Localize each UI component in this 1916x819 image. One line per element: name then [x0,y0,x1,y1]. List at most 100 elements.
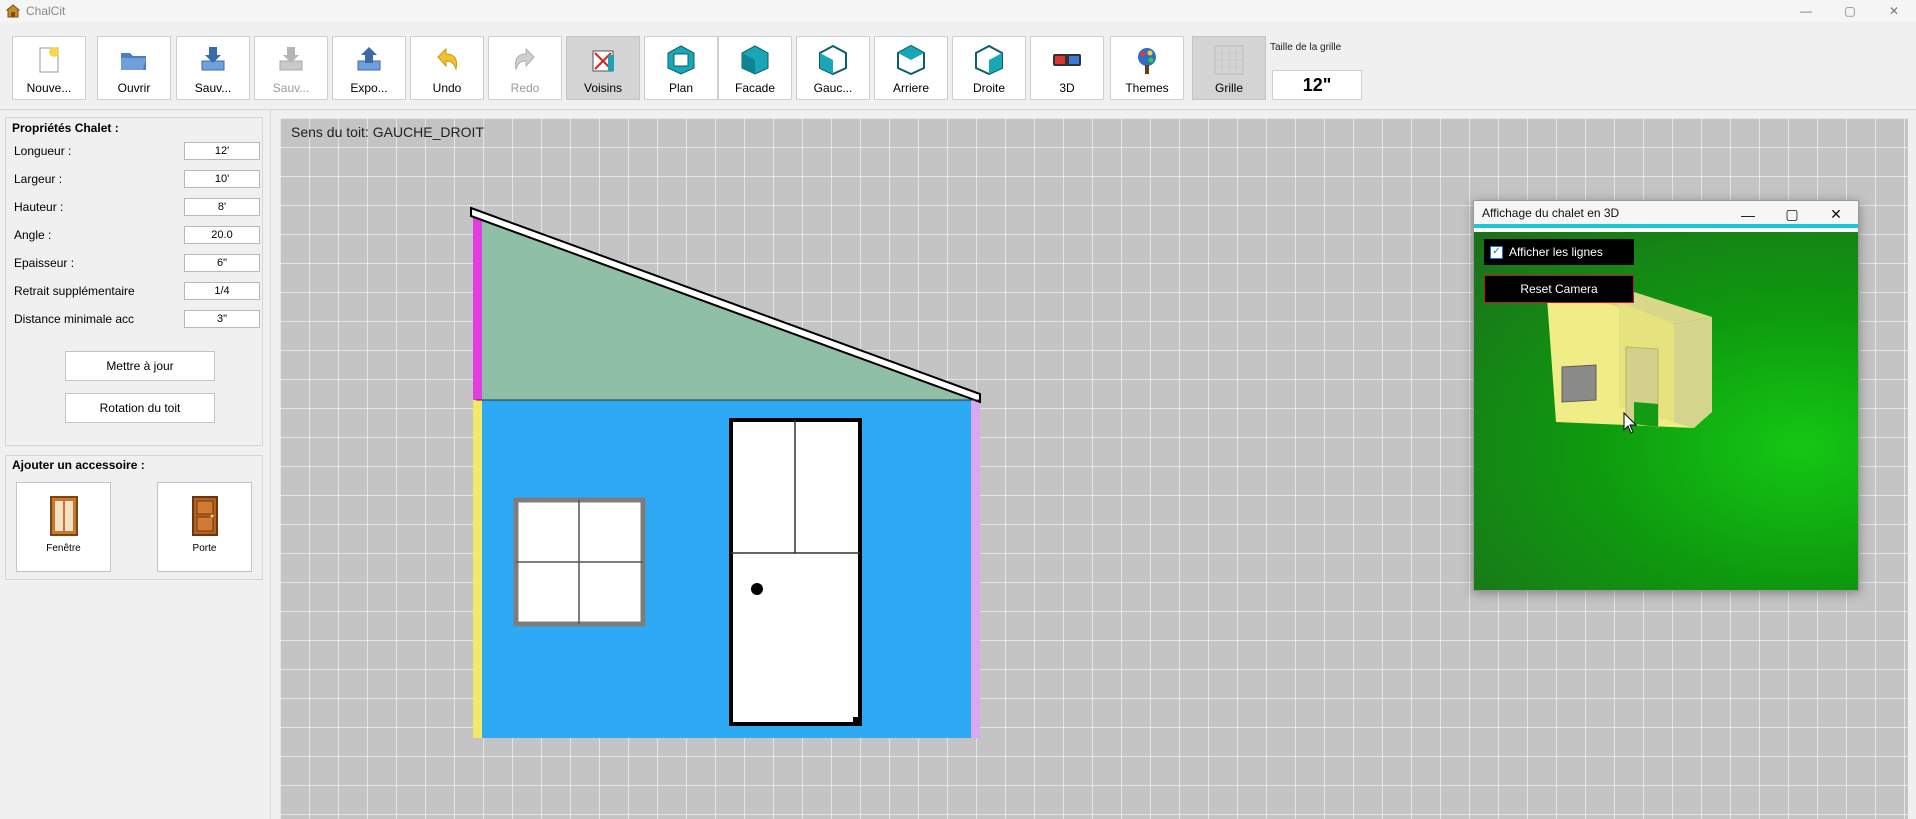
width-label: Largeur : [14,172,63,186]
export-button[interactable]: Expo... [332,36,406,100]
undo-icon [437,47,458,71]
right-view-label: Droite [972,81,1005,95]
3d-glasses-icon [1053,54,1081,66]
min-distance-label: Distance minimale acc [14,312,135,326]
viewer3d-title: Affichage du chalet en 3D [1482,205,1620,220]
3d-view-button[interactable]: 3D [1030,36,1104,100]
angle-row: Angle : 20.0 [14,226,260,246]
neighbors-label: Voisins [583,81,623,95]
themes-button[interactable]: Themes [1110,36,1184,100]
viewer3d-close-button[interactable]: ✕ [1814,201,1858,228]
back-view-icon [897,44,925,76]
maximize-button[interactable]: ▢ [1828,0,1872,22]
show-lines-checkbox[interactable]: ✓ Afficher les lignes [1484,239,1634,265]
properties-title: Propriétés Chalet : [12,121,119,135]
left-trim-top [473,214,482,400]
grid-size-label: Taille de la grille [1270,42,1342,53]
new-button[interactable]: Nouve... [12,36,86,100]
right-view-button[interactable]: Droite [952,36,1026,100]
title-bar: ChalCit — ▢ ✕ [0,0,1916,22]
undo-button[interactable]: Undo [410,36,484,100]
save-as-label: Sauv... [272,81,310,95]
facade-view-button[interactable]: Facade [718,36,792,100]
min-distance-row: Distance minimale acc 3" [14,310,260,330]
side-wall-3d [1674,317,1712,428]
show-lines-label: Afficher les lignes [1509,245,1603,259]
viewer3d-scene[interactable]: ✓ Afficher les lignes Reset Camera [1474,232,1858,590]
width-input[interactable]: 10' [184,170,260,188]
right-view-icon [975,44,1003,76]
door-corner-mark [853,717,861,725]
left-view-button[interactable]: Gauc... [796,36,870,100]
rotate-roof-button[interactable]: Rotation du toit [65,393,215,423]
neighbors-icon [592,50,614,72]
open-button[interactable]: Ouvrir [97,36,171,100]
door-icon [191,496,218,536]
thickness-label: Epaisseur : [14,256,75,270]
close-button[interactable]: ✕ [1872,0,1916,22]
grid-size-input[interactable]: 12" [1272,70,1362,100]
length-input[interactable]: 12' [184,142,260,160]
reset-camera-button[interactable]: Reset Camera [1484,275,1634,303]
back-view-label: Arriere [892,81,929,95]
back-view-button[interactable]: Arriere [874,36,948,100]
height-input[interactable]: 8' [184,198,260,216]
redo-button[interactable]: Redo [488,36,562,100]
min-distance-input[interactable]: 3" [184,310,260,328]
add-window-button[interactable]: Fenêtre [16,482,111,572]
length-label: Longueur : [14,144,72,158]
save-as-icon [279,47,303,71]
grid-button[interactable]: Grille [1192,36,1266,100]
save-as-button[interactable]: Sauv... [254,36,328,100]
toolbar: Nouve... Ouvrir Sauv... Sauv... Expo... [0,22,1916,110]
height-row: Hauteur : 8' [14,198,260,218]
door-label: Porte [192,543,217,554]
save-button[interactable]: Sauv... [176,36,250,100]
grid-icon [1214,45,1244,75]
update-button[interactable]: Mettre à jour [65,351,215,381]
window-title: ChalCit [26,4,66,18]
plan-view-label: Plan [668,81,694,95]
new-label: Nouve... [26,81,72,95]
setback-label: Retrait supplémentaire [14,284,135,298]
angle-label: Angle : [14,228,52,242]
length-row: Longueur : 12' [14,142,260,162]
thickness-row: Epaisseur : 6" [14,254,260,274]
new-file-icon [39,47,59,73]
save-label: Sauv... [194,81,232,95]
left-view-icon [819,44,847,76]
thickness-input[interactable]: 6" [184,254,260,272]
window-icon [49,496,78,536]
minimize-button[interactable]: — [1784,0,1828,22]
viewer3d-maximize-button[interactable]: ▢ [1770,201,1814,228]
open-label: Ouvrir [117,81,151,95]
viewer3d-minimize-button[interactable]: — [1726,201,1770,228]
setback-row: Retrait supplémentaire 1/4 [14,282,260,302]
accessories-panel: Ajouter un accessoire : Fenêtre Porte [5,455,263,580]
save-icon [201,47,225,71]
themes-label: Themes [1125,81,1169,95]
right-trim [971,400,980,738]
add-door-button[interactable]: Porte [157,482,252,572]
setback-input[interactable]: 1/4 [184,282,260,300]
themes-icon [1138,48,1156,74]
left-trim-bottom [473,400,482,738]
angle-input[interactable]: 20.0 [184,226,260,244]
viewer3d-window[interactable]: Affichage du chalet en 3D — ▢ ✕ ✓ Affich… [1473,200,1859,591]
window-3d [1561,364,1597,403]
viewer3d-titlebar[interactable]: Affichage du chalet en 3D — ▢ ✕ [1474,201,1858,228]
door-gap-3d [1634,402,1658,427]
plan-view-button[interactable]: Plan [644,36,718,100]
neighbors-button[interactable]: Voisins [566,36,640,100]
width-row: Largeur : 10' [14,170,260,190]
redo-label: Redo [510,81,540,95]
folder-open-icon [121,53,146,70]
plan-view-icon [667,45,695,75]
3d-view-label: 3D [1059,81,1075,95]
properties-panel: Propriétés Chalet : Longueur : 12' Large… [5,117,263,446]
accessories-title: Ajouter un accessoire : [12,458,145,472]
chalet-app-icon [6,4,20,18]
window-label: Fenêtre [46,543,81,554]
left-view-label: Gauc... [813,81,853,95]
export-label: Expo... [350,81,388,95]
